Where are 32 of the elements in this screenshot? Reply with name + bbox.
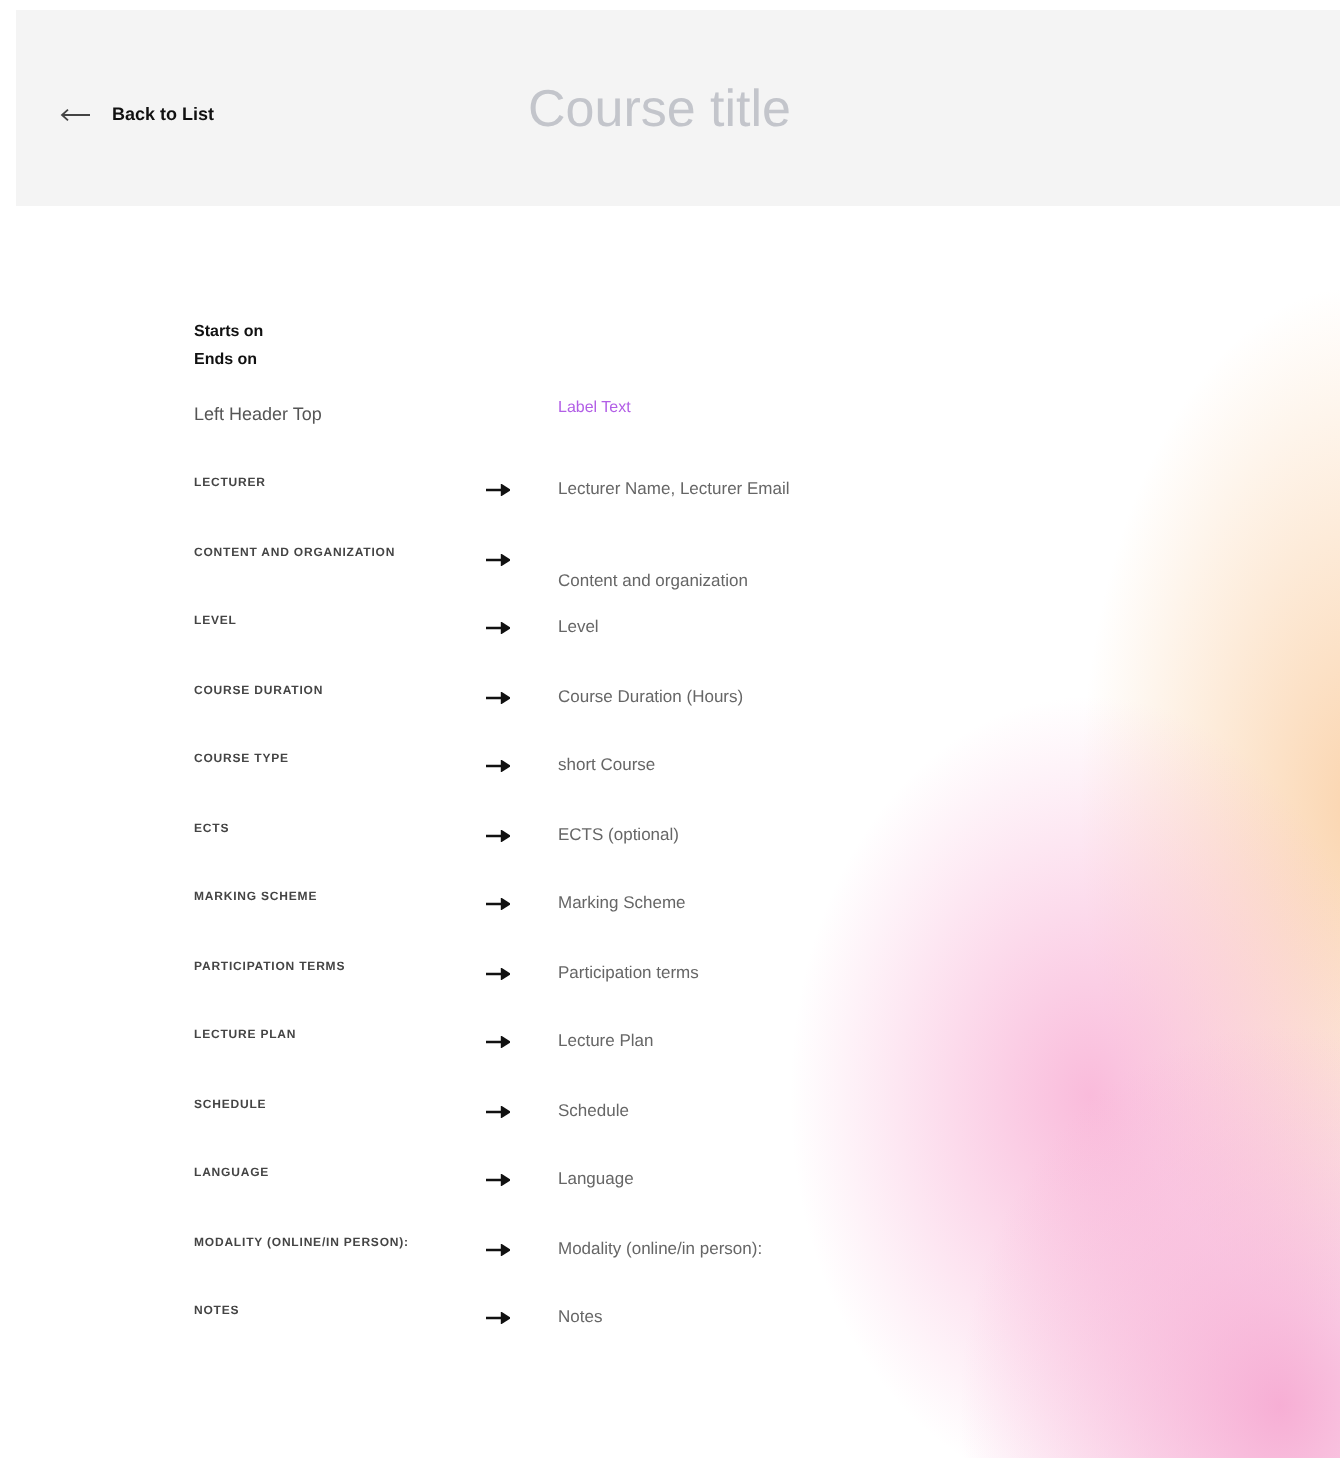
field-value: Participation terms bbox=[558, 959, 699, 981]
field-value: Level bbox=[558, 614, 599, 636]
date-label: Ends on bbox=[194, 348, 260, 372]
arrow-right-icon bbox=[486, 691, 510, 703]
arrow-right-icon bbox=[486, 1105, 510, 1117]
arrow-right-icon bbox=[486, 898, 510, 910]
arrow-right-icon bbox=[486, 484, 510, 496]
arrow-right-icon bbox=[486, 622, 510, 634]
arrow-right-icon bbox=[486, 1312, 510, 1324]
field-value: short Course bbox=[558, 752, 656, 774]
arrow-right-icon bbox=[486, 1243, 510, 1255]
field-value: ECTS (optional) bbox=[558, 821, 679, 843]
arrow-right-icon bbox=[486, 1036, 510, 1048]
arrow-right-icon bbox=[486, 760, 510, 772]
arrow-right-icon bbox=[486, 829, 510, 841]
header-text: Left Header Top bbox=[194, 402, 324, 424]
field-value: Lecture Plan bbox=[558, 1028, 654, 1050]
field-value: Content and organization bbox=[558, 567, 748, 589]
field-value: Notes bbox=[558, 1304, 603, 1326]
field-value: Course Duration (Hours) bbox=[558, 683, 744, 705]
field-value: Lecturer Name, Lecturer Email bbox=[558, 476, 790, 498]
arrow-right-icon bbox=[486, 1174, 510, 1186]
field-value: Modality (online/in person): bbox=[558, 1235, 763, 1257]
back-to-list-link[interactable]: Back to List bbox=[60, 104, 528, 124]
label-text: Label Text bbox=[558, 398, 631, 420]
field-value: Marking Scheme bbox=[558, 890, 686, 912]
arrow-right-icon bbox=[486, 967, 510, 979]
field-value: Language bbox=[558, 1166, 634, 1188]
field-value: Schedule bbox=[558, 1097, 629, 1119]
arrow-right-icon bbox=[486, 553, 510, 565]
date-label: Starts on bbox=[194, 320, 266, 344]
arrow-left-icon bbox=[60, 107, 92, 121]
